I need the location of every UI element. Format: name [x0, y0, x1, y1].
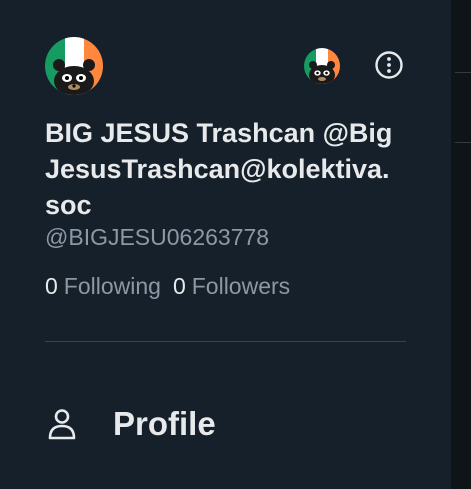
person-outline-icon	[48, 409, 76, 440]
more-options-button[interactable]	[370, 46, 408, 84]
followers-count: 0	[172, 273, 186, 299]
timeline-edge	[451, 0, 471, 489]
switch-account-avatar[interactable]	[304, 48, 340, 84]
follow-stats: 0 Following 0 Followers	[45, 270, 302, 302]
followers-label: Followers	[191, 273, 291, 299]
account-handle: @BIGJESU06263778	[45, 224, 270, 250]
timeline-divider	[455, 72, 471, 73]
following-link[interactable]: 0 Following	[45, 270, 161, 302]
timeline-divider	[455, 142, 471, 143]
following-label: Following	[63, 273, 161, 299]
nav-item-profile[interactable]: Profile	[45, 400, 216, 448]
nav-item-profile-label: Profile	[113, 405, 216, 442]
raccoon-avatar-small-icon	[304, 48, 340, 84]
more-circle-icon	[375, 51, 403, 79]
account-avatar[interactable]	[45, 37, 103, 95]
account-display-name: BIG JESUS Trashcan @BigJesusTrashcan@kol…	[45, 118, 393, 220]
followers-link[interactable]: 0 Followers	[173, 270, 290, 302]
divider	[45, 341, 406, 342]
following-count: 0	[45, 273, 58, 299]
account-drawer: BIG JESUS Trashcan @BigJesusTrashcan@kol…	[0, 0, 451, 489]
raccoon-avatar-icon	[45, 37, 103, 95]
